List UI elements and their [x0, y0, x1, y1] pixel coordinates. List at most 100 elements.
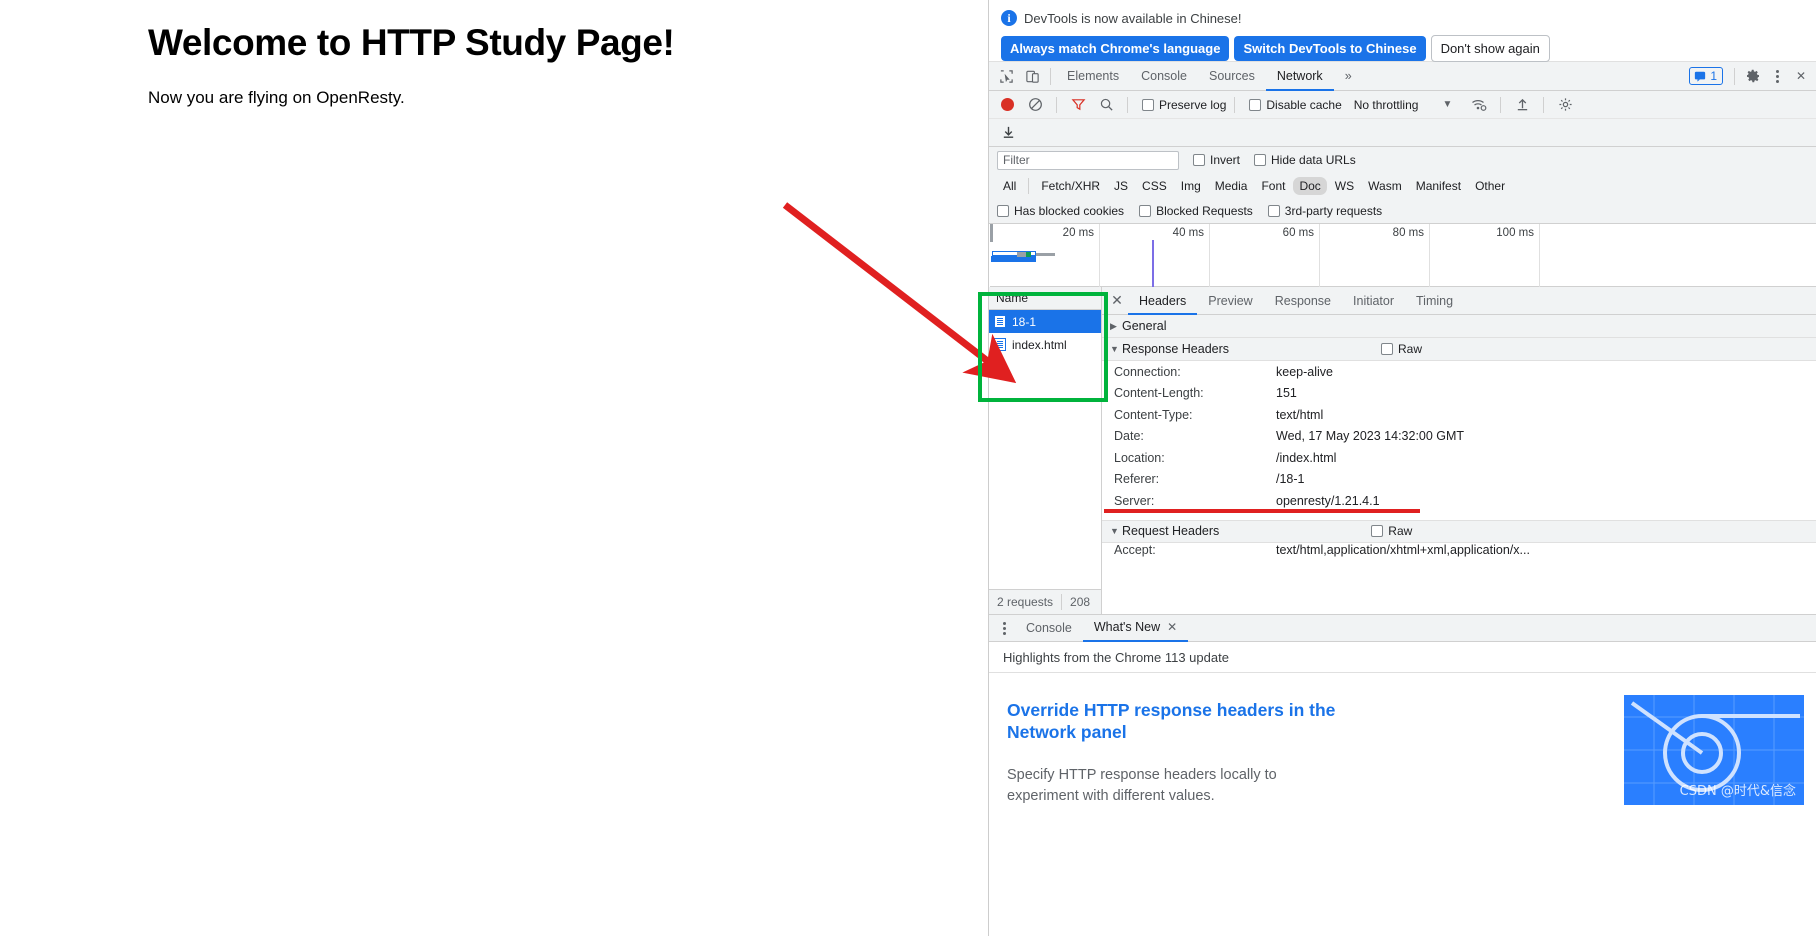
detail-tab-headers[interactable]: Headers — [1128, 287, 1198, 315]
gear-icon[interactable] — [1740, 63, 1766, 89]
banner-message-row: i DevTools is now available in Chinese! — [1001, 6, 1806, 30]
document-icon — [994, 315, 1006, 328]
blocked-requests-box[interactable] — [1139, 204, 1152, 217]
header-row-accept: Accept: text/html,application/xhtml+xml,… — [1102, 543, 1816, 557]
controls-divider — [1056, 96, 1057, 113]
invert-box[interactable] — [1193, 154, 1205, 166]
info-icon: i — [1001, 10, 1017, 26]
response-raw-box[interactable] — [1381, 343, 1394, 355]
preserve-log-box[interactable] — [1142, 98, 1154, 111]
type-chip-img[interactable]: Img — [1175, 177, 1207, 195]
toolbar-divider-2 — [1734, 67, 1735, 85]
kebab-menu-icon[interactable] — [1766, 65, 1788, 87]
detail-tab-response[interactable]: Response — [1264, 287, 1342, 315]
type-chip-js[interactable]: JS — [1108, 177, 1134, 195]
drawer-tab-whats-new[interactable]: What's New ✕ — [1082, 614, 1189, 642]
tab-sources[interactable]: Sources — [1198, 62, 1266, 91]
controls-divider-4 — [1500, 96, 1502, 113]
type-chip-doc[interactable]: Doc — [1293, 176, 1327, 195]
invert-checkbox[interactable]: Invert — [1193, 153, 1240, 167]
network-controls-row-2 — [989, 119, 1816, 147]
type-chip-media[interactable]: Media — [1209, 177, 1254, 195]
has-blocked-cookies-box[interactable] — [997, 204, 1009, 217]
disable-cache-box[interactable] — [1249, 98, 1262, 111]
controls-divider-2 — [1127, 96, 1128, 113]
request-headers-list: Accept: text/html,application/xhtml+xml,… — [1102, 542, 1816, 557]
request-raw-checkbox[interactable]: Raw — [1371, 524, 1412, 538]
header-row-referer: Referer: /18-1 — [1102, 469, 1816, 491]
detail-tab-initiator[interactable]: Initiator — [1342, 287, 1405, 315]
close-icon[interactable]: ✕ — [1167, 614, 1177, 641]
response-raw-checkbox[interactable]: Raw — [1381, 342, 1422, 356]
general-section-header[interactable]: ▶ General — [1102, 315, 1816, 338]
more-tabs-chevron-icon[interactable]: » — [1334, 62, 1363, 91]
type-chip-all[interactable]: All — [997, 177, 1022, 195]
chevron-down-icon: ▼ — [1110, 344, 1119, 354]
overview-bar-tail — [1036, 253, 1055, 256]
device-toolbar-icon[interactable] — [1019, 63, 1045, 89]
network-split-view: Name 18-1 index.html 2 requests 208 ✕ He… — [989, 287, 1816, 615]
always-match-language-button[interactable]: Always match Chrome's language — [1001, 36, 1230, 61]
preserve-log-label: Preserve log — [1159, 97, 1227, 112]
switch-devtools-chinese-button[interactable]: Switch DevTools to Chinese — [1234, 36, 1426, 61]
settings-gear-icon-2[interactable] — [1552, 92, 1578, 118]
request-detail-pane: ✕ Headers Preview Response Initiator Tim… — [1102, 287, 1816, 614]
detail-tab-timing[interactable]: Timing — [1405, 287, 1464, 315]
throttling-caret-icon[interactable]: ▼ — [1442, 99, 1452, 110]
type-chip-manifest[interactable]: Manifest — [1410, 177, 1467, 195]
network-overview-timeline[interactable]: 20 ms 40 ms 60 ms 80 ms 100 ms — [990, 224, 1816, 287]
download-har-icon[interactable] — [995, 120, 1021, 146]
tab-network[interactable]: Network — [1265, 62, 1334, 91]
tab-console[interactable]: Console — [1130, 62, 1198, 91]
detail-tab-preview[interactable]: Preview — [1197, 287, 1263, 315]
import-har-icon[interactable] — [1509, 92, 1535, 118]
type-chip-css[interactable]: CSS — [1136, 177, 1173, 195]
request-headers-section-header[interactable]: ▼ Request Headers Raw — [1102, 519, 1816, 543]
tab-elements[interactable]: Elements — [1056, 62, 1130, 91]
request-raw-box[interactable] — [1371, 525, 1384, 537]
clear-network-icon[interactable] — [1022, 92, 1048, 118]
drawer-body: Highlights from the Chrome 113 update Ov… — [989, 642, 1816, 807]
header-key: Accept: — [1114, 542, 1156, 557]
third-party-requests-checkbox[interactable]: 3rd-party requests — [1267, 204, 1382, 218]
inspect-element-icon[interactable] — [993, 63, 1019, 89]
dont-show-again-button[interactable]: Don't show again — [1430, 35, 1550, 62]
record-button-icon[interactable] — [1001, 98, 1014, 111]
language-banner: i DevTools is now available in Chinese! … — [989, 0, 1816, 62]
request-row-index-html[interactable]: index.html — [989, 333, 1101, 356]
detail-tabbar: ✕ Headers Preview Response Initiator Tim… — [1102, 287, 1816, 315]
response-headers-section-header[interactable]: ▼ Response Headers Raw — [1102, 338, 1816, 361]
close-icon[interactable]: ✕ — [1106, 290, 1128, 312]
overview-bar-gray — [1017, 252, 1026, 257]
throttling-select[interactable]: No throttling — [1354, 98, 1419, 112]
response-raw-label: Raw — [1398, 342, 1423, 356]
request-list-column-header[interactable]: Name — [989, 287, 1101, 310]
request-row-18-1[interactable]: 18-1 — [989, 310, 1101, 333]
close-devtools-icon[interactable]: ✕ — [1788, 63, 1814, 89]
type-chip-fetch-xhr[interactable]: Fetch/XHR — [1035, 177, 1106, 195]
kebab-menu-icon[interactable] — [993, 617, 1015, 639]
preserve-log-checkbox[interactable]: Preserve log — [1142, 98, 1226, 112]
message-badge-icon[interactable]: 1 — [1689, 67, 1723, 85]
overview-tick-100ms: 100 ms — [1430, 224, 1540, 287]
type-chip-other[interactable]: Other — [1469, 177, 1511, 195]
search-icon[interactable] — [1093, 92, 1119, 118]
hide-data-urls-checkbox[interactable]: Hide data URLs — [1254, 153, 1356, 167]
drawer-tab-console[interactable]: Console — [1015, 615, 1083, 642]
filter-input[interactable] — [997, 150, 1179, 170]
header-value: openresty/1.21.4.1 — [1276, 493, 1380, 508]
has-blocked-cookies-checkbox[interactable]: Has blocked cookies — [997, 204, 1124, 218]
whats-new-title[interactable]: Override HTTP response headers in the Ne… — [1007, 699, 1357, 743]
network-conditions-icon[interactable] — [1466, 92, 1492, 118]
filter-funnel-icon[interactable] — [1065, 92, 1091, 118]
type-chip-font[interactable]: Font — [1255, 177, 1291, 195]
request-count: 2 requests — [997, 595, 1054, 609]
disable-cache-checkbox[interactable]: Disable cache — [1249, 98, 1342, 112]
hide-data-urls-box[interactable] — [1254, 154, 1267, 166]
type-chip-wasm[interactable]: Wasm — [1362, 177, 1408, 195]
third-party-requests-box[interactable] — [1267, 204, 1280, 217]
header-row-connection: Connection: keep-alive — [1102, 361, 1816, 383]
type-chip-ws[interactable]: WS — [1329, 177, 1360, 195]
network-controls-row: Preserve log Disable cache No throttling… — [989, 91, 1816, 119]
blocked-requests-checkbox[interactable]: Blocked Requests — [1139, 204, 1253, 218]
